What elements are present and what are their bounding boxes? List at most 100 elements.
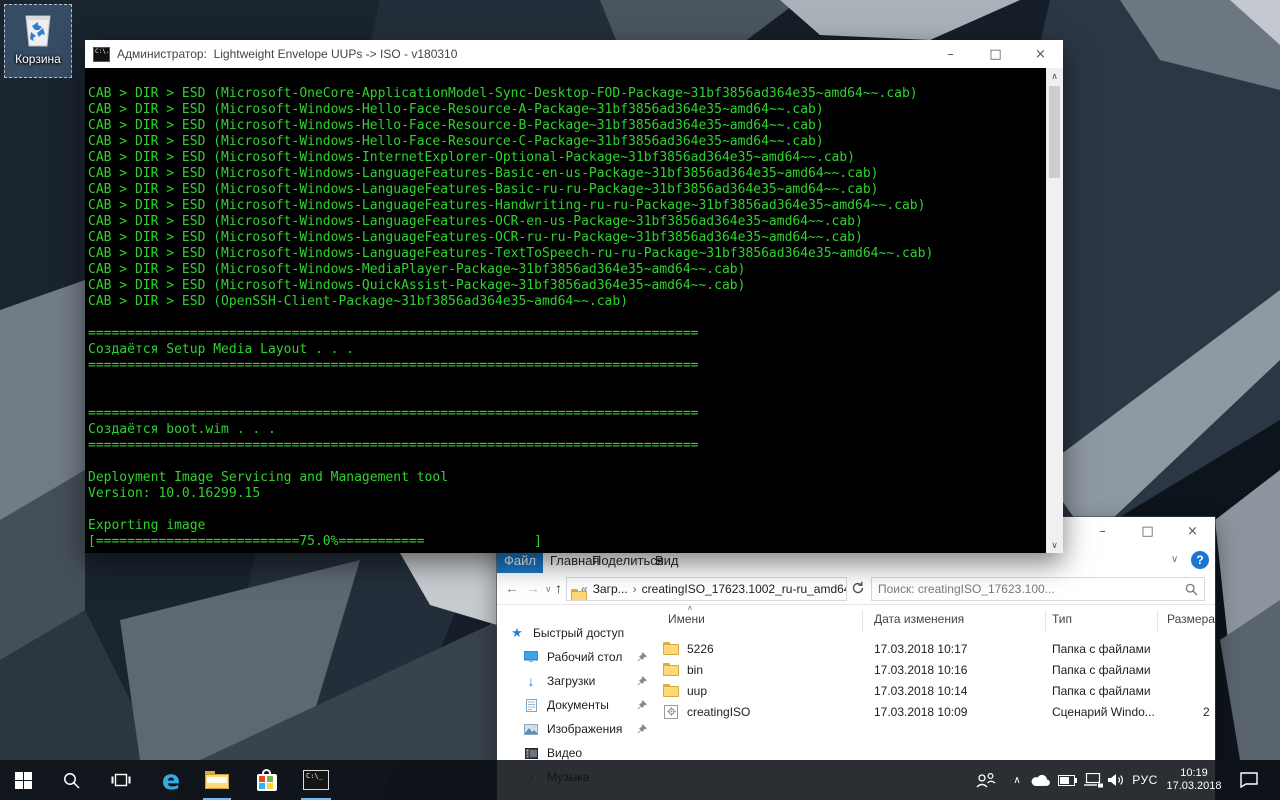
file-row-uup[interactable]: uup 17.03.2018 10:14 Папка с файлами [657, 680, 1215, 701]
documents-icon [523, 697, 539, 713]
forward-button[interactable]: → [526, 580, 540, 596]
breadcrumb-separator: › [633, 582, 637, 596]
column-header-name[interactable]: Имени [668, 612, 705, 626]
battery-icon [1058, 775, 1077, 786]
sidebar-item-label: Загрузки [547, 674, 595, 688]
file-name: uup [687, 684, 707, 698]
sidebar-item-label: Документы [547, 698, 609, 712]
tray-overflow-button[interactable]: ∧ [1006, 760, 1028, 800]
action-center-icon [1240, 772, 1258, 788]
file-name: 5226 [687, 642, 714, 656]
recent-dropdown-icon[interactable]: ∨ [545, 584, 552, 595]
recycle-bin[interactable]: Корзина [4, 4, 72, 78]
console-window-title: Администратор: Lightweight Envelope UUPs… [117, 47, 928, 61]
cmd-icon: C:\. [93, 47, 110, 62]
cloud-icon [1031, 774, 1051, 787]
search-icon [63, 772, 80, 789]
downloads-icon: ↓ [523, 673, 539, 689]
address-toolbar: ← → ∨ ↑ « Загр... › creatingISO_17623.10… [497, 573, 1215, 605]
folder-icon [205, 771, 229, 789]
pin-icon [637, 676, 647, 686]
file-type: Папка с файлами [1052, 684, 1151, 698]
onedrive-button[interactable] [1028, 760, 1054, 800]
folder-icon [663, 684, 679, 698]
column-header-type[interactable]: Тип [1052, 612, 1072, 626]
desktop-icon [523, 649, 539, 665]
file-date: 17.03.2018 10:17 [874, 642, 967, 656]
desktop: Корзина C:\. Администратор: Lightweight … [0, 0, 1280, 800]
sidebar-item-desktop[interactable]: Рабочий стол [497, 646, 657, 668]
explorer-minimize-button[interactable]: – [1080, 517, 1125, 545]
quick-access-label: Быстрый доступ [533, 626, 624, 640]
sidebar-quick-access[interactable]: ★ Быстрый доступ [497, 622, 657, 644]
folder-icon [663, 642, 679, 656]
sidebar-item-downloads[interactable]: ↓ Загрузки [497, 670, 657, 692]
clock-time: 10:19 [1166, 767, 1221, 780]
up-button[interactable]: ↑ [555, 580, 562, 596]
search-input[interactable]: Поиск: creatingISO_17623.100... [871, 577, 1205, 601]
back-button[interactable]: ← [505, 580, 519, 596]
videos-icon [523, 745, 539, 761]
address-bar[interactable]: « Загр... › creatingISO_17623.1002_ru-ru… [566, 577, 847, 601]
file-name: creatingISO [687, 705, 750, 719]
search-icon[interactable] [1185, 583, 1198, 596]
store-button[interactable] [252, 760, 282, 800]
console-scrollbar[interactable]: ∧ ∨ [1046, 68, 1063, 553]
help-button[interactable]: ? [1191, 551, 1209, 569]
script-file-icon [663, 705, 679, 719]
recycle-bin-icon [18, 8, 58, 50]
volume-button[interactable] [1104, 760, 1130, 800]
console-text: CAB > DIR > ESD (Microsoft-OneCore-Appli… [85, 68, 1046, 550]
file-explorer-button[interactable] [202, 760, 232, 800]
pin-icon [637, 652, 647, 662]
file-type: Папка с файлами [1052, 642, 1151, 656]
scroll-up-icon[interactable]: ∧ [1046, 68, 1063, 84]
explorer-maximize-button[interactable]: □ [1125, 517, 1170, 545]
sidebar-item-pictures[interactable]: Изображения [497, 718, 657, 740]
battery-button[interactable] [1054, 760, 1080, 800]
scrollbar-thumb[interactable] [1049, 86, 1060, 178]
edge-button[interactable]: e [156, 760, 186, 800]
console-close-button[interactable]: × [1018, 40, 1063, 68]
taskbar-search-button[interactable] [56, 760, 86, 800]
folder-icon [663, 663, 679, 677]
breadcrumb-parent[interactable]: Загр... [593, 582, 628, 596]
file-row-bin[interactable]: bin 17.03.2018 10:16 Папка с файлами [657, 659, 1215, 680]
pin-icon [637, 724, 647, 734]
sidebar-item-label: Видео [547, 746, 582, 760]
file-date: 17.03.2018 10:14 [874, 684, 967, 698]
console-window: C:\. Администратор: Lightweight Envelope… [85, 40, 1063, 553]
search-text: Поиск: creatingISO_17623.100... [878, 582, 1185, 596]
start-button[interactable] [8, 760, 38, 800]
column-header-date[interactable]: Дата изменения [874, 612, 964, 626]
pictures-icon [523, 721, 539, 737]
action-center-button[interactable] [1234, 760, 1264, 800]
file-row-5226[interactable]: 5226 17.03.2018 10:17 Папка с файлами [657, 638, 1215, 659]
column-header-size[interactable]: Размера [1167, 612, 1215, 626]
ribbon-collapse-icon[interactable]: ∨ [1171, 554, 1178, 565]
quick-access-star-icon: ★ [509, 625, 525, 641]
file-name: bin [687, 663, 703, 677]
breadcrumb-current-folder[interactable]: creatingISO_17623.1002_ru-ru_amd64_... [642, 582, 847, 596]
network-button[interactable] [1080, 760, 1106, 800]
sidebar-item-label: Рабочий стол [547, 650, 622, 664]
refresh-button[interactable] [851, 581, 865, 595]
command-prompt-button[interactable]: C:\_ [300, 760, 332, 800]
task-view-icon [111, 772, 131, 788]
recycle-bin-label: Корзина [15, 52, 61, 66]
language-indicator[interactable]: РУС [1130, 760, 1160, 800]
console-minimize-button[interactable]: – [928, 40, 973, 68]
console-output[interactable]: CAB > DIR > ESD (Microsoft-OneCore-Appli… [85, 68, 1046, 553]
scroll-down-icon[interactable]: ∨ [1046, 537, 1063, 553]
file-date: 17.03.2018 10:09 [874, 705, 967, 719]
network-icon [1084, 773, 1103, 788]
clock-date: 17.03.2018 [1166, 780, 1221, 793]
sidebar-item-documents[interactable]: Документы [497, 694, 657, 716]
task-view-button[interactable] [106, 760, 136, 800]
explorer-close-button[interactable]: × [1170, 517, 1215, 545]
clock[interactable]: 10:19 17.03.2018 [1160, 760, 1228, 800]
people-button[interactable] [972, 760, 1000, 800]
console-maximize-button[interactable]: □ [973, 40, 1018, 68]
console-titlebar[interactable]: C:\. Администратор: Lightweight Envelope… [85, 40, 1063, 68]
file-row-creatingiso[interactable]: creatingISO 17.03.2018 10:09 Сценарий Wi… [657, 701, 1215, 722]
